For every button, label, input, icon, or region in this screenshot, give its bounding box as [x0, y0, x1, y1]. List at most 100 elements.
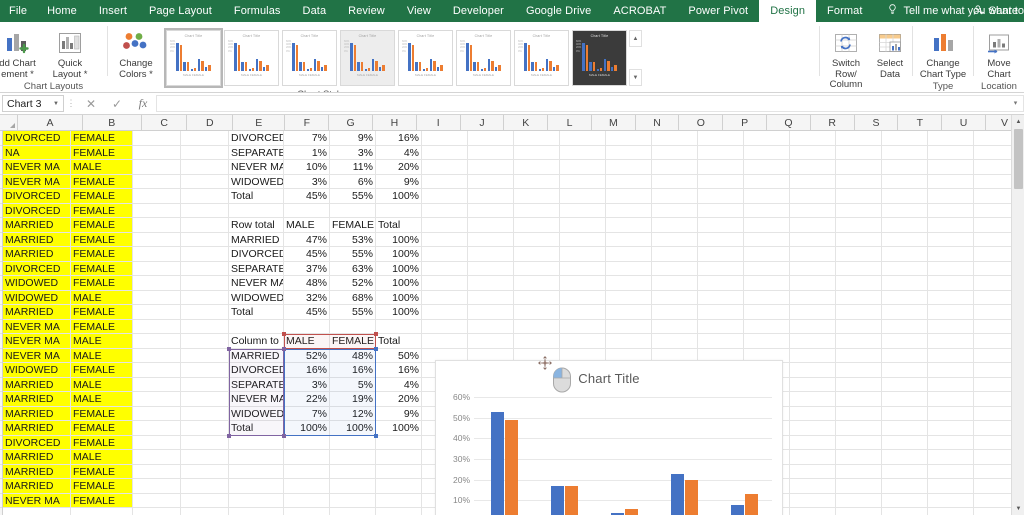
cell-D[interactable] — [181, 174, 229, 188]
cell-L[interactable] — [560, 305, 606, 319]
cell-P[interactable] — [744, 145, 790, 159]
chart-style-thumbnail[interactable]: Chart Title 60% 40% 20% 0% MALE FEMALE — [164, 28, 223, 88]
chart-style-thumbnail[interactable]: Chart Title 60% 40% 20% 0% MALE FEMALE — [398, 30, 453, 86]
cell-J[interactable] — [468, 160, 514, 174]
cell-G[interactable] — [330, 450, 376, 464]
cell-R[interactable] — [836, 276, 882, 290]
cell-O[interactable] — [698, 174, 744, 188]
cell-F[interactable]: MALE — [284, 218, 330, 232]
column-header-J[interactable]: J — [460, 115, 505, 130]
cell-N[interactable] — [652, 145, 698, 159]
cell-G[interactable] — [330, 508, 376, 515]
cell-N[interactable] — [652, 218, 698, 232]
cell-K[interactable] — [514, 334, 560, 348]
column-header-L[interactable]: L — [548, 115, 592, 130]
cell-B[interactable]: MALE — [71, 392, 133, 406]
chart-style-thumbnail[interactable]: Chart Title 60% 40% 20% 0% MALE FEMALE — [224, 30, 279, 86]
row-header[interactable] — [0, 479, 2, 494]
cell-C[interactable] — [133, 319, 181, 333]
cell-S[interactable] — [882, 464, 928, 478]
tab-acrobat[interactable]: ACROBAT — [602, 0, 677, 22]
cell-K[interactable] — [514, 276, 560, 290]
column-header-E[interactable]: E — [233, 115, 286, 130]
row-header[interactable] — [0, 508, 2, 515]
cell-N[interactable] — [652, 334, 698, 348]
cell-Q[interactable] — [790, 203, 836, 217]
cell-L[interactable] — [560, 160, 606, 174]
column-header-G[interactable]: G — [329, 115, 374, 130]
column-header-P[interactable]: P — [723, 115, 768, 130]
cell-E[interactable] — [229, 464, 284, 478]
cell-O[interactable] — [698, 203, 744, 217]
gallery-scroll-down-button[interactable]: ▼ — [629, 69, 642, 86]
share-button[interactable]: Share — [973, 0, 1018, 22]
cell-H[interactable]: Total — [376, 334, 422, 348]
cell-Q[interactable] — [790, 276, 836, 290]
cell-R[interactable] — [836, 450, 882, 464]
column-header-I[interactable]: I — [416, 115, 461, 130]
cell-C[interactable] — [133, 145, 181, 159]
cell-A[interactable]: MARRIED — [3, 406, 71, 420]
cell-C[interactable] — [133, 435, 181, 449]
cell-L[interactable] — [560, 189, 606, 203]
row-header[interactable] — [0, 334, 2, 349]
cell-G[interactable]: 63% — [330, 261, 376, 275]
cell-H[interactable]: Total — [376, 218, 422, 232]
cell-Q[interactable] — [790, 131, 836, 145]
cell-T[interactable] — [928, 363, 974, 377]
cell-N[interactable] — [652, 261, 698, 275]
cell-C[interactable] — [133, 232, 181, 246]
cell-S[interactable] — [882, 363, 928, 377]
cell-E[interactable]: Total — [229, 305, 284, 319]
cell-H[interactable]: 4% — [376, 145, 422, 159]
row-header[interactable] — [0, 320, 2, 334]
cell-O[interactable] — [698, 261, 744, 275]
chart-bar[interactable] — [490, 411, 504, 515]
cell-A[interactable]: DIVORCED — [3, 203, 71, 217]
cell-M[interactable] — [606, 232, 652, 246]
cell-I[interactable] — [422, 247, 468, 261]
row-header[interactable] — [0, 146, 2, 160]
cell-A[interactable]: NEVER MA — [3, 348, 71, 362]
cell-H[interactable] — [376, 203, 422, 217]
tab-file[interactable]: File — [0, 0, 36, 22]
cell-Q[interactable] — [790, 392, 836, 406]
cell-T[interactable] — [928, 421, 974, 435]
cell-L[interactable] — [560, 232, 606, 246]
cell-J[interactable] — [468, 203, 514, 217]
cell-C[interactable] — [133, 406, 181, 420]
cell-Q[interactable] — [790, 319, 836, 333]
cell-A[interactable]: MARRIED — [3, 232, 71, 246]
column-header-D[interactable]: D — [187, 115, 234, 130]
row-header[interactable] — [0, 218, 2, 233]
cell-Q[interactable] — [790, 145, 836, 159]
cell-D[interactable] — [181, 348, 229, 362]
cell-O[interactable] — [698, 232, 744, 246]
cell-S[interactable] — [882, 290, 928, 304]
cell-R[interactable] — [836, 174, 882, 188]
cell-O[interactable] — [698, 276, 744, 290]
cell-J[interactable] — [468, 261, 514, 275]
cell-F[interactable]: 47% — [284, 232, 330, 246]
cell-E[interactable]: NEVER MA — [229, 160, 284, 174]
cell-A[interactable]: NEVER MA — [3, 160, 71, 174]
cell-F[interactable] — [284, 464, 330, 478]
cell-A[interactable]: WIDOWED — [3, 276, 71, 290]
cell-H[interactable]: 100% — [376, 305, 422, 319]
cell-H[interactable]: 16% — [376, 363, 422, 377]
cell-Q[interactable] — [790, 406, 836, 420]
cell-P[interactable] — [744, 189, 790, 203]
cell-D[interactable] — [181, 406, 229, 420]
cell-G[interactable]: 11% — [330, 160, 376, 174]
cell-B[interactable]: FEMALE — [71, 189, 133, 203]
cell-D[interactable] — [181, 305, 229, 319]
cell-H[interactable]: 100% — [376, 189, 422, 203]
column-header-O[interactable]: O — [679, 115, 724, 130]
cell-I[interactable] — [422, 131, 468, 145]
cell-B[interactable]: FEMALE — [71, 421, 133, 435]
cell-Q[interactable] — [790, 479, 836, 493]
cell-K[interactable] — [514, 261, 560, 275]
cell-A[interactable]: DIVORCED — [3, 435, 71, 449]
cell-F[interactable]: 32% — [284, 290, 330, 304]
row-header[interactable] — [0, 450, 2, 465]
